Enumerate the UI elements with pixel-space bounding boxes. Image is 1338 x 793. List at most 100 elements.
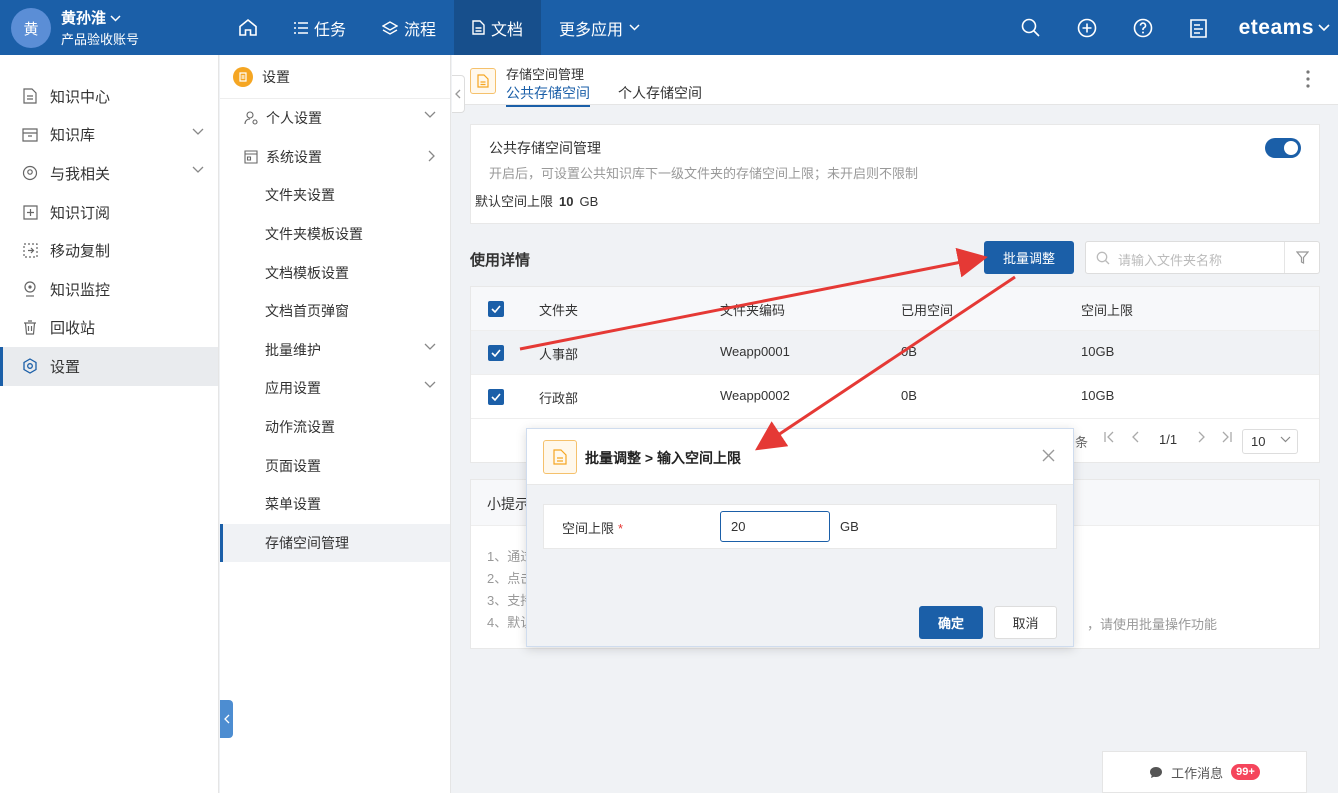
page-indicator: 1/1 — [1159, 432, 1178, 447]
subnav-batch-maintenance[interactable]: 批量维护 — [220, 331, 450, 370]
chevron-down-icon[interactable] — [424, 381, 436, 389]
close-icon[interactable] — [1042, 449, 1055, 462]
nav-more-apps[interactable]: 更多应用 — [541, 0, 658, 55]
sidebar-collapse-handle[interactable] — [220, 700, 233, 738]
folder-search[interactable]: 请输入文件夹名称 — [1085, 241, 1320, 274]
public-storage-desc: 开启后，可设置公共知识库下一级文件夹的存储空间上限；未开启则不限制 — [489, 166, 919, 181]
subnav-header: 设置 — [220, 55, 450, 99]
table-row[interactable]: 行政部 Weapp0002 0B 10GB — [471, 375, 1319, 419]
search-icon — [1096, 251, 1110, 265]
dialog-form: 空间上限* GB — [543, 504, 1057, 549]
filter-icon — [1295, 251, 1309, 264]
sidebar-item-settings[interactable]: 设置 — [0, 347, 218, 386]
settings-subnav: 设置 个人设置 系统设置 文件夹设置 文件夹模板设置 文档模板设置 文档首页弹窗… — [220, 55, 451, 793]
avatar[interactable]: 黄 — [11, 8, 51, 48]
user-gear-icon — [243, 111, 259, 125]
sidebar-item-monitor[interactable]: 知识监控 — [0, 270, 218, 309]
work-messages[interactable]: 工作消息 99+ — [1102, 751, 1307, 793]
sidebar-item-subscribe[interactable]: 知识订阅 — [0, 193, 218, 232]
row-checkbox[interactable] — [488, 345, 504, 361]
filter-button[interactable] — [1284, 242, 1319, 273]
subnav-personal-settings[interactable]: 个人设置 — [220, 99, 450, 138]
cancel-button[interactable]: 取消 — [994, 606, 1057, 639]
library-icon — [22, 127, 38, 143]
chevron-down-icon[interactable] — [192, 128, 204, 136]
tab-public-storage[interactable]: 公共存储空间 — [506, 83, 590, 107]
sidebar-item-move-copy[interactable]: 移动复制 — [0, 231, 218, 270]
message-count-badge: 99+ — [1231, 764, 1260, 780]
page-size-select[interactable]: 10 — [1242, 429, 1298, 454]
cell-limit: 10GB — [1081, 344, 1115, 359]
main-content: 存储空间管理 公共存储空间 个人存储空间 公共存储空间管理 开启后，可设置公共知… — [452, 55, 1338, 793]
subnav-storage-management[interactable]: 存储空间管理 — [220, 523, 450, 563]
sidebar-item-library[interactable]: 知识库 — [0, 116, 218, 155]
sidebar-item-knowledge-center[interactable]: 知识中心 — [0, 77, 218, 116]
subnav-menu-settings[interactable]: 菜单设置 — [220, 485, 450, 524]
nav-flow[interactable]: 流程 — [364, 0, 454, 55]
subnav-doc-template[interactable]: 文档模板设置 — [220, 253, 450, 292]
move-copy-icon — [22, 243, 38, 259]
tab-personal-storage[interactable]: 个人存储空间 — [618, 83, 702, 107]
monitor-icon — [22, 281, 38, 297]
chat-icon — [1150, 766, 1163, 778]
chevron-down-icon[interactable] — [192, 166, 204, 174]
brand-menu[interactable]: eteams — [1239, 16, 1330, 40]
col-limit: 空间上限 — [1081, 303, 1134, 318]
subnav-folder-template[interactable]: 文件夹模板设置 — [220, 215, 450, 254]
col-folder-code: 文件夹编码 — [720, 303, 786, 318]
clipboard-icon — [1190, 18, 1207, 38]
search-button[interactable] — [1003, 0, 1059, 55]
select-all-checkbox[interactable] — [488, 301, 504, 317]
subnav-folder-settings[interactable]: 文件夹设置 — [220, 176, 450, 215]
search-icon — [1021, 18, 1040, 37]
subnav-page-settings[interactable]: 页面设置 — [220, 446, 450, 485]
storage-tabs: 公共存储空间 个人存储空间 — [506, 83, 702, 107]
first-page-icon[interactable] — [1104, 431, 1114, 443]
tip-line-tail: ，请使用批量操作功能 — [1087, 617, 1218, 632]
nav-home[interactable] — [220, 0, 276, 55]
home-icon — [239, 18, 257, 36]
subnav-system-settings[interactable]: 系统设置 — [220, 138, 450, 177]
next-page-icon[interactable] — [1198, 431, 1206, 443]
chevron-down-icon[interactable] — [424, 343, 436, 351]
subnav-action-flow[interactable]: 动作流设置 — [220, 408, 450, 447]
help-button[interactable] — [1115, 0, 1171, 55]
row-checkbox[interactable] — [488, 389, 504, 405]
user-name-dropdown[interactable]: 黄孙淮 — [61, 7, 121, 28]
sidebar-item-related[interactable]: 与我相关 — [0, 154, 218, 193]
nav-docs[interactable]: 文档 — [454, 0, 542, 55]
storage-doc-icon — [470, 68, 496, 94]
prev-page-icon[interactable] — [1131, 431, 1139, 443]
pager-total-suffix: 条 — [1075, 435, 1089, 450]
page-title: 存储空间管理 — [506, 67, 585, 82]
subnav-app-settings[interactable]: 应用设置 — [220, 369, 450, 408]
user-related-icon — [22, 165, 38, 181]
layers-icon — [382, 20, 399, 35]
batch-adjust-button[interactable]: 批量调整 — [984, 241, 1074, 274]
confirm-button[interactable]: 确定 — [919, 606, 983, 639]
top-bar: 黄 黄孙淮 产品验收账号 任务 流程 文档 更多应用 eteams — [0, 0, 1338, 55]
document-icon — [22, 88, 38, 104]
settings-badge-icon — [233, 66, 253, 87]
subnav-collapse-handle[interactable] — [452, 75, 465, 113]
add-button[interactable] — [1059, 0, 1115, 55]
chevron-right-icon[interactable] — [428, 150, 436, 162]
cell-used: 0B — [901, 344, 917, 359]
cell-code: Weapp0001 — [720, 344, 790, 359]
default-limit: 默认空间上限 10 GB — [475, 194, 599, 209]
nav-tasks[interactable]: 任务 — [276, 0, 364, 55]
chevron-down-icon — [110, 15, 121, 22]
notes-button[interactable] — [1171, 0, 1227, 55]
chevron-down-icon — [1280, 436, 1291, 443]
table-row[interactable]: 人事部 Weapp0001 0B 10GB — [471, 331, 1319, 375]
chevron-down-icon[interactable] — [424, 111, 436, 119]
more-options-icon[interactable] — [1306, 70, 1310, 91]
public-storage-toggle[interactable] — [1265, 138, 1301, 158]
limit-unit: GB — [840, 519, 859, 534]
settings-icon — [22, 358, 38, 375]
sidebar-item-trash[interactable]: 回收站 — [0, 309, 218, 348]
subnav-home-popup[interactable]: 文档首页弹窗 — [220, 292, 450, 331]
limit-input[interactable] — [720, 511, 830, 542]
batch-adjust-dialog: 批量调整 > 输入空间上限 空间上限* GB 确定 取消 — [526, 428, 1074, 647]
last-page-icon[interactable] — [1222, 431, 1232, 443]
